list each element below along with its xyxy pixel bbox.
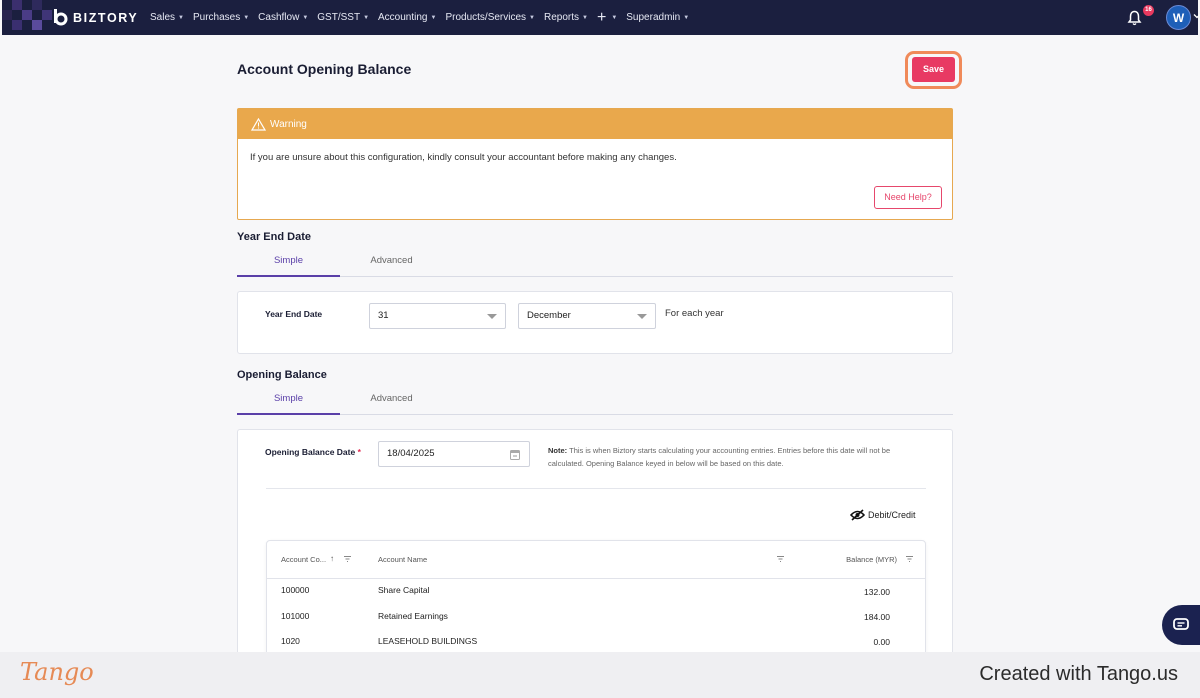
required-mark: * <box>357 447 361 457</box>
biztory-logo-icon <box>54 9 68 26</box>
filter-icon[interactable] <box>906 556 913 562</box>
year-end-label: Year End Date <box>265 309 323 319</box>
caret-down-icon: ▼ <box>611 14 618 21</box>
caret-down-icon: ▼ <box>430 14 437 21</box>
caret-down-icon: ▼ <box>178 14 184 21</box>
nav-label: Cashflow <box>258 12 300 23</box>
chevron-down-icon[interactable] <box>1193 12 1200 20</box>
select-value: December <box>527 310 571 321</box>
tab-opening-simple[interactable]: Simple <box>237 393 340 415</box>
year-end-card: Year End Date 31 December For each year <box>237 291 953 354</box>
year-end-tabs: Simple Advanced <box>237 255 953 277</box>
tab-year-end-simple[interactable]: Simple <box>237 255 340 277</box>
bell-icon[interactable] <box>1127 10 1142 26</box>
brand-name: BIZTORY <box>73 10 139 25</box>
nav-label: Accounting <box>378 12 428 23</box>
select-value: 31 <box>378 310 389 321</box>
nav-products-services[interactable]: Products/Services ▼ <box>445 12 535 23</box>
note-text: This is when Biztory starts calculating … <box>548 446 891 468</box>
column-header-account-code[interactable]: Account Co... <box>281 541 326 578</box>
tab-year-end-advanced[interactable]: Advanced <box>340 255 443 277</box>
caret-down-icon: ▼ <box>582 14 588 21</box>
eye-off-icon <box>850 509 865 521</box>
cell-balance[interactable]: 184.00 <box>864 612 890 622</box>
warning-icon <box>251 117 266 131</box>
tab-opening-advanced[interactable]: Advanced <box>340 393 443 415</box>
created-with-credit: Created with Tango.us <box>979 663 1178 685</box>
brand-logo[interactable]: BIZTORY <box>52 9 138 26</box>
nav-accounting[interactable]: Accounting ▼ <box>378 12 436 23</box>
opening-balance-table: Account Co... ↑ Account Name Balance (MY… <box>266 540 926 670</box>
cell-account-name: LEASEHOLD BUILDINGS <box>378 636 478 646</box>
nav-label: Sales <box>150 12 176 23</box>
debit-credit-toggle[interactable]: Debit/Credit <box>850 509 916 521</box>
column-header-account-name[interactable]: Account Name <box>378 541 427 578</box>
divider <box>266 488 926 489</box>
filter-icon[interactable] <box>777 556 784 562</box>
cell-account-code: 100000 <box>281 585 310 595</box>
opening-balance-note: Note: This is when Biztory starts calcul… <box>548 444 918 470</box>
debit-credit-label: Debit/Credit <box>868 510 916 520</box>
cell-balance[interactable]: 132.00 <box>864 587 890 597</box>
caret-down-icon: ▼ <box>363 14 370 21</box>
opening-date-label-text: Opening Balance Date <box>265 447 356 457</box>
save-button[interactable]: Save <box>912 57 955 82</box>
sort-ascending-icon[interactable]: ↑ <box>330 554 334 563</box>
nav-purchases[interactable]: Purchases ▼ <box>193 12 249 23</box>
tango-logo: Tango <box>20 658 94 686</box>
nav-label: GST/SST <box>317 12 361 23</box>
year-end-section-title: Year End Date <box>237 231 311 243</box>
tango-footer: Tango Created with Tango.us <box>0 652 1200 698</box>
nav-superadmin[interactable]: Superadmin ▼ <box>626 12 689 23</box>
year-end-suffix: For each year <box>665 308 724 319</box>
caret-down-icon: ▼ <box>529 14 535 21</box>
note-label: Note: <box>548 446 568 455</box>
nav-label: Purchases <box>192 12 241 23</box>
chat-icon <box>1173 618 1189 630</box>
opening-date-input[interactable]: 18/04/2025 <box>378 441 530 467</box>
nav-gst-sst[interactable]: GST/SST ▼ <box>317 12 369 23</box>
cell-account-name: Share Capital <box>378 585 430 595</box>
dropdown-arrow-icon <box>487 314 497 319</box>
nav-reports[interactable]: Reports ▼ <box>544 12 588 23</box>
column-header-balance[interactable]: Balance (MYR) <box>846 541 897 578</box>
opening-balance-section-title: Opening Balance <box>237 369 327 381</box>
main-nav: Sales ▼ Purchases ▼ Cashflow ▼ GST/SST ▼ Acc… <box>150 0 698 35</box>
caret-down-icon: ▼ <box>683 14 690 21</box>
cell-account-name: Retained Earnings <box>378 611 448 621</box>
cell-account-code: 1020 <box>281 636 300 646</box>
top-navbar: BIZTORY Sales ▼ Purchases ▼ Cashflow ▼ GST/… <box>2 0 1200 35</box>
caret-down-icon: ▼ <box>243 14 250 21</box>
warning-header: Warning <box>238 109 952 139</box>
warning-panel: Warning If you are unsure about this con… <box>237 108 953 220</box>
opening-date-label: Opening Balance Date * <box>265 447 361 457</box>
nav-label: Superadmin <box>626 12 681 23</box>
nav-cashflow[interactable]: Cashflow ▼ <box>258 12 308 23</box>
nav-quick-add[interactable]: + ▼ <box>596 8 618 26</box>
notification-badge: 16 <box>1143 5 1154 16</box>
year-end-month-select[interactable]: December <box>518 303 656 329</box>
nav-label: Reports <box>544 12 580 23</box>
chat-widget-button[interactable] <box>1162 605 1200 645</box>
warning-title: Warning <box>270 118 307 130</box>
nav-label: Products/Services <box>445 12 527 23</box>
need-help-button[interactable]: Need Help? <box>874 186 942 209</box>
nav-sales[interactable]: Sales ▼ <box>150 12 184 23</box>
opening-balance-tabs: Simple Advanced <box>237 393 953 415</box>
year-end-day-select[interactable]: 31 <box>369 303 506 329</box>
cell-balance[interactable]: 0.00 <box>873 637 890 647</box>
dropdown-arrow-icon <box>637 314 647 319</box>
warning-message: If you are unsure about this configurati… <box>250 152 677 163</box>
caret-down-icon: ▼ <box>302 14 309 21</box>
opening-balance-card: Opening Balance Date * 18/04/2025 Note: … <box>237 429 953 670</box>
date-value: 18/04/2025 <box>387 448 435 459</box>
filter-icon[interactable] <box>344 556 351 562</box>
user-avatar[interactable]: W <box>1166 5 1191 30</box>
plus-icon: + <box>596 8 607 26</box>
page-title: Account Opening Balance <box>237 61 412 77</box>
cell-account-code: 101000 <box>281 611 310 621</box>
calendar-icon[interactable] <box>510 449 520 460</box>
header-divider <box>267 578 925 579</box>
